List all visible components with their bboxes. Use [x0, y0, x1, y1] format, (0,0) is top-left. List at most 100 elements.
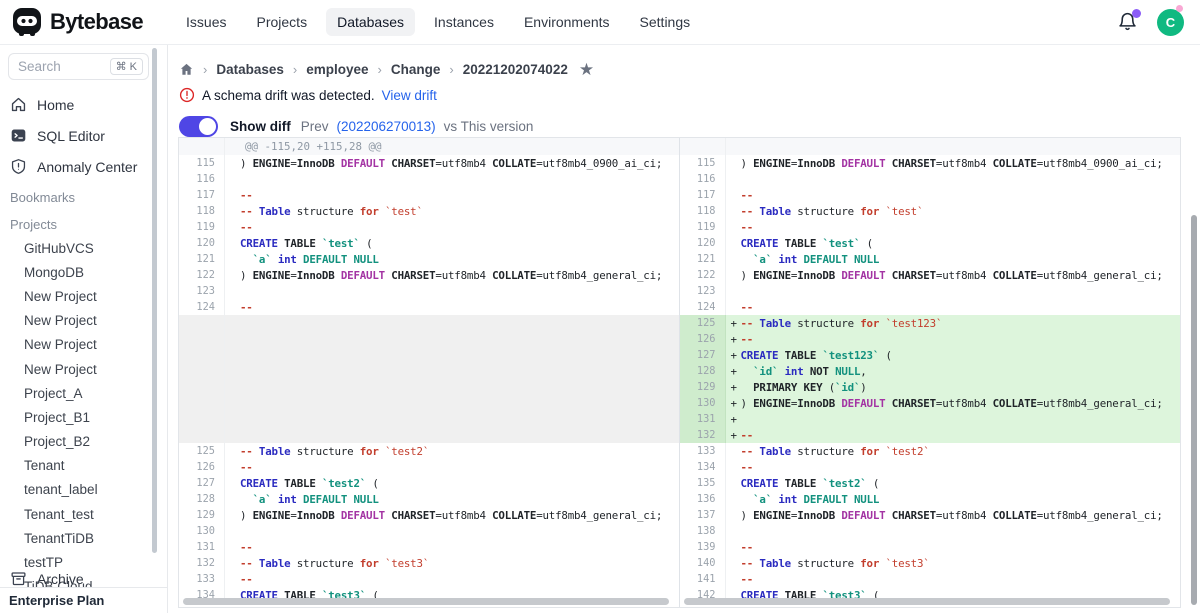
notification-dot — [1132, 9, 1141, 18]
breadcrumb-item-change[interactable]: Change — [391, 62, 441, 77]
code-line: CREATE TABLE `test2` ( — [240, 477, 379, 490]
sidebar-item-sql-editor[interactable]: SQL Editor — [0, 120, 160, 151]
project-item[interactable]: New Project — [0, 333, 160, 357]
line-number: 129 — [680, 379, 726, 395]
project-item[interactable]: Tenant_test — [0, 502, 160, 526]
line-number: 140 — [680, 555, 726, 571]
line-number — [680, 138, 726, 155]
nav-right: C — [1117, 9, 1200, 36]
code-line: CREATE TABLE `test` ( — [240, 237, 372, 250]
project-item[interactable]: Project_B2 — [0, 430, 160, 454]
diff-line: 121 `a` int DEFAULT NULL — [179, 251, 679, 267]
project-item[interactable]: Tenant — [0, 454, 160, 478]
line-number: 121 — [179, 251, 225, 267]
nav-item-instances[interactable]: Instances — [423, 8, 505, 36]
line-number: 123 — [179, 283, 225, 299]
code-line: ) ENGINE=InnoDB DEFAULT CHARSET=utf8mb4 … — [741, 269, 1163, 282]
breadcrumb-item-employee[interactable]: employee — [306, 62, 368, 77]
diff-added-line: 128+ `id` int NOT NULL, — [680, 363, 1181, 379]
diff-sign: + — [726, 397, 741, 410]
search-input[interactable]: Search ⌘ K — [8, 53, 149, 80]
line-number: 125 — [680, 315, 726, 331]
breadcrumb-separator: › — [203, 62, 207, 77]
breadcrumb-item-databases[interactable]: Databases — [216, 62, 284, 77]
nav-item-issues[interactable]: Issues — [175, 8, 237, 36]
project-item[interactable]: Project_A — [0, 381, 160, 405]
project-item[interactable]: tenant_label — [0, 478, 160, 502]
sidebar-item-label: SQL Editor — [37, 128, 105, 144]
page-scrollbar[interactable] — [1191, 215, 1197, 605]
diff-line: 129) ENGINE=InnoDB DEFAULT CHARSET=utf8m… — [179, 507, 679, 523]
line-number: 126 — [680, 331, 726, 347]
diff-filler-row — [179, 395, 679, 411]
diff-filler-row — [179, 379, 679, 395]
diff-sign: + — [726, 317, 741, 330]
star-icon[interactable]: ★ — [579, 61, 594, 78]
diff-left-hscrollbar[interactable] — [183, 598, 669, 605]
project-item[interactable]: New Project — [0, 309, 160, 333]
diff-right-hscrollbar[interactable] — [684, 598, 1171, 605]
breadcrumb-home-icon[interactable] — [179, 62, 194, 77]
code-line: -- — [741, 221, 754, 234]
project-list: GitHubVCSMongoDBNew ProjectNew ProjectNe… — [0, 236, 160, 599]
diff-line: 119 -- — [680, 219, 1181, 235]
plan-label: Enterprise Plan — [9, 593, 104, 608]
line-number: 117 — [680, 187, 726, 203]
diff-line: 120CREATE TABLE `test` ( — [680, 235, 1181, 251]
diff-added-line: 126+-- — [680, 331, 1181, 347]
diff-sign: + — [726, 381, 741, 394]
project-item[interactable]: Project_B1 — [0, 405, 160, 429]
diff-line: 131-- — [179, 539, 679, 555]
line-number: 137 — [680, 507, 726, 523]
diff-line: 123 — [179, 283, 679, 299]
sidebar-scrollbar[interactable] — [152, 48, 157, 553]
code-line: -- Table structure for `test3` — [240, 557, 429, 570]
nav-item-projects[interactable]: Projects — [246, 8, 319, 36]
diff-rows-right: 115) ENGINE=InnoDB DEFAULT CHARSET=utf8m… — [680, 138, 1181, 603]
bytebase-logo[interactable]: Bytebase — [0, 7, 157, 37]
sidebar-item-home[interactable]: Home — [0, 89, 160, 120]
nav-item-databases[interactable]: Databases — [326, 8, 415, 36]
line-number: 121 — [680, 251, 726, 267]
diff-sign: + — [726, 333, 741, 346]
code-line: `a` int DEFAULT NULL — [741, 493, 880, 506]
project-item[interactable]: TenantTiDB — [0, 526, 160, 550]
main-content: › Databases › employee › Change › 202212… — [168, 45, 1200, 613]
section-bookmarks: Bookmarks — [0, 182, 160, 209]
code-line: -- — [240, 573, 253, 586]
sidebar-item-anomaly-center[interactable]: Anomaly Center — [0, 151, 160, 182]
diff-line: 120 CREATE TABLE `test` ( — [179, 235, 679, 251]
notifications-button[interactable] — [1117, 11, 1139, 33]
line-number: 132 — [680, 427, 726, 443]
project-item[interactable]: MongoDB — [0, 260, 160, 284]
search-shortcut-badge: ⌘ K — [110, 58, 143, 75]
diff-line: 122) ENGINE=InnoDB DEFAULT CHARSET=utf8m… — [179, 267, 679, 283]
diff-line: 135CREATE TABLE `test2` ( — [680, 475, 1181, 491]
line-number: 131 — [179, 539, 225, 555]
avatar[interactable]: C — [1157, 9, 1184, 36]
prev-version-link[interactable]: (202206270013) — [337, 119, 436, 134]
code-line: -- Table structure for `test123` — [741, 317, 943, 330]
search-placeholder: Search — [18, 59, 110, 74]
line-number — [179, 363, 225, 379]
nav-item-environments[interactable]: Environments — [513, 8, 621, 36]
diff-filler-row — [179, 411, 679, 427]
project-item[interactable]: New Project — [0, 357, 160, 381]
show-diff-toggle[interactable] — [179, 116, 218, 137]
project-item[interactable]: New Project — [0, 284, 160, 308]
line-number: 119 — [680, 219, 726, 235]
line-number: 119 — [179, 219, 225, 235]
code-line: -- — [741, 541, 754, 554]
avatar-status-dot — [1176, 5, 1183, 12]
line-number: 135 — [680, 475, 726, 491]
diff-filler-row — [179, 363, 679, 379]
view-drift-link[interactable]: View drift — [382, 88, 437, 103]
diff-line: 139-- — [680, 539, 1181, 555]
diff-line: 117-- — [179, 187, 679, 203]
project-item[interactable]: GitHubVCS — [0, 236, 160, 260]
breadcrumb-item-version[interactable]: 20221202074022 — [463, 62, 568, 77]
diff-line: 118-- Table structure for `test` — [179, 203, 679, 219]
line-number: 120 — [179, 235, 225, 251]
line-number — [179, 347, 225, 363]
nav-item-settings[interactable]: Settings — [629, 8, 702, 36]
